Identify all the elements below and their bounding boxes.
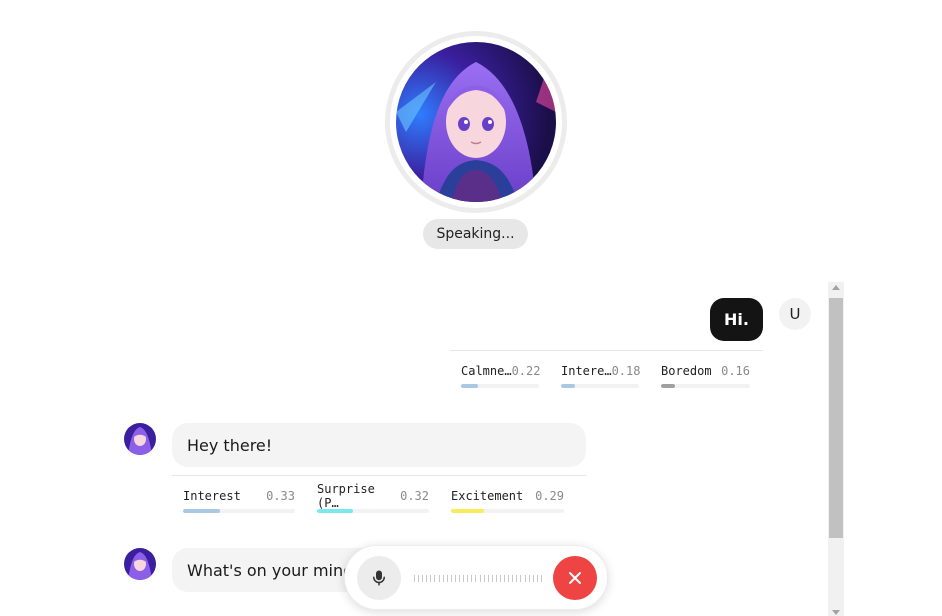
speaking-status-badge: Speaking...: [423, 219, 528, 249]
emotion-label: Boredom: [661, 364, 712, 378]
mute-button[interactable]: [357, 556, 401, 600]
close-icon: [569, 572, 581, 584]
voice-chat-page: Speaking... Hi. U Calmne… 0.22 Intere… 0.1…: [0, 0, 942, 616]
emotion-label: Intere…: [561, 364, 612, 378]
emotion-score: Calmne… 0.22: [450, 364, 550, 388]
scrollbar-thumb[interactable]: [829, 298, 843, 538]
user-emotion-scores: Calmne… 0.22 Intere… 0.18 Boredom 0.16: [450, 350, 763, 388]
chat-scrollbar[interactable]: [828, 282, 844, 616]
emotion-score: Interest 0.33: [172, 489, 306, 513]
assistant-avatar: [124, 548, 156, 580]
assistant-avatar-large: [396, 42, 556, 202]
emotion-bar: [451, 509, 564, 513]
emotion-value: 0.29: [535, 489, 564, 503]
end-call-button[interactable]: [553, 556, 597, 600]
emotion-value: 0.18: [611, 364, 641, 378]
scroll-down-arrow-icon[interactable]: [832, 610, 840, 615]
emotion-bar-fill: [461, 384, 479, 388]
microphone-icon: [373, 570, 385, 586]
emotion-label: Surprise (P…: [317, 482, 375, 510]
emotion-bar: [661, 384, 750, 388]
emotion-bar-fill: [183, 509, 220, 513]
emotion-bar-fill: [451, 509, 484, 513]
user-avatar: U: [779, 298, 811, 330]
emotion-score: Surprise (P… 0.32: [306, 482, 440, 513]
emotion-score: Intere… 0.18: [550, 364, 650, 388]
assistant-avatar: [124, 423, 156, 455]
user-message-bubble: Hi.: [710, 298, 763, 341]
emotion-value: 0.16: [721, 364, 750, 378]
emotion-score: Boredom 0.16: [650, 364, 761, 388]
emotion-label: Calmne…: [461, 364, 512, 378]
audio-waveform: [414, 572, 542, 584]
emotion-value: 0.33: [266, 489, 295, 503]
emotion-label: Interest: [183, 489, 241, 503]
emotion-label: Excitement: [451, 489, 524, 503]
emotion-bar-fill: [561, 384, 576, 388]
emotion-value: 0.32: [400, 489, 429, 503]
emotion-score: Excitement 0.29: [440, 489, 575, 513]
assistant-message-bubble: Hey there!: [172, 423, 586, 467]
call-controls: [344, 545, 608, 610]
scroll-up-arrow-icon[interactable]: [832, 285, 840, 290]
emotion-value: 0.22: [511, 364, 541, 378]
emotion-bar: [561, 384, 639, 388]
emotion-bar: [461, 384, 539, 388]
emotion-bar: [183, 509, 295, 513]
assistant-emotion-scores: Interest 0.33 Surprise (P… 0.32 Excitement…: [172, 475, 586, 513]
emotion-bar-fill: [661, 384, 676, 388]
